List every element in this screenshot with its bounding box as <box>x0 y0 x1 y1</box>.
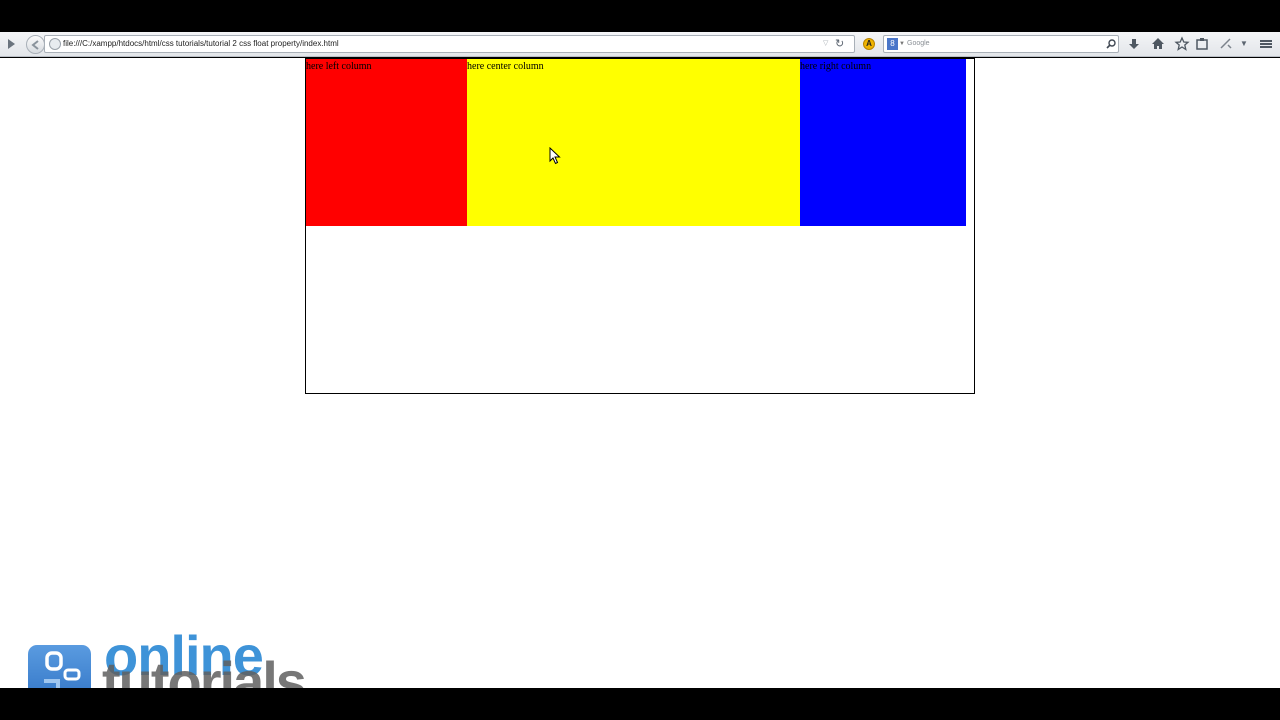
center-column-label: here center column <box>467 61 544 72</box>
mouse-cursor-icon <box>549 147 561 165</box>
back-arrow-icon <box>30 40 39 50</box>
video-letterbox-bottom <box>0 688 1280 720</box>
download-icon[interactable] <box>1126 36 1142 52</box>
identity-icon[interactable] <box>4 36 20 52</box>
history-dropdown-icon[interactable]: ▽ <box>823 36 828 52</box>
right-column-label: here right column <box>800 61 872 72</box>
search-engine-icon[interactable]: 8 <box>887 38 898 50</box>
back-button[interactable] <box>26 35 45 54</box>
video-letterbox-top <box>0 0 1280 32</box>
home-icon[interactable] <box>1150 36 1166 52</box>
page-info-icon[interactable] <box>49 38 61 50</box>
clipboard-icon[interactable] <box>1194 36 1210 52</box>
page-viewport: here left column here center column here… <box>0 58 1280 688</box>
url-text[interactable]: file:///C:/xampp/htdocs/html/css tutoria… <box>63 36 823 52</box>
browser-toolbar: file:///C:/xampp/htdocs/html/css tutoria… <box>0 32 1280 57</box>
reload-icon[interactable]: ↻ <box>835 36 844 52</box>
engine-dropdown-icon[interactable]: ▼ <box>899 36 905 52</box>
chevron-down-icon[interactable]: ▼ <box>1236 36 1252 52</box>
search-placeholder[interactable]: Google <box>907 36 930 52</box>
magnifier-icon[interactable] <box>1106 36 1116 55</box>
wrapper-box: here left column here center column here… <box>305 58 975 394</box>
addon-icon[interactable]: A <box>863 38 875 50</box>
search-bar[interactable]: 8 ▼ Google <box>883 35 1119 53</box>
center-column: here center column <box>467 59 800 226</box>
address-bar[interactable]: file:///C:/xampp/htdocs/html/css tutoria… <box>44 35 855 53</box>
right-column: here right column <box>800 59 966 226</box>
extension-icon[interactable] <box>1218 36 1234 52</box>
left-column: here left column <box>306 59 467 226</box>
hamburger-icon[interactable] <box>1258 36 1274 52</box>
left-column-label: here left column <box>306 61 372 72</box>
star-icon[interactable] <box>1174 36 1190 52</box>
